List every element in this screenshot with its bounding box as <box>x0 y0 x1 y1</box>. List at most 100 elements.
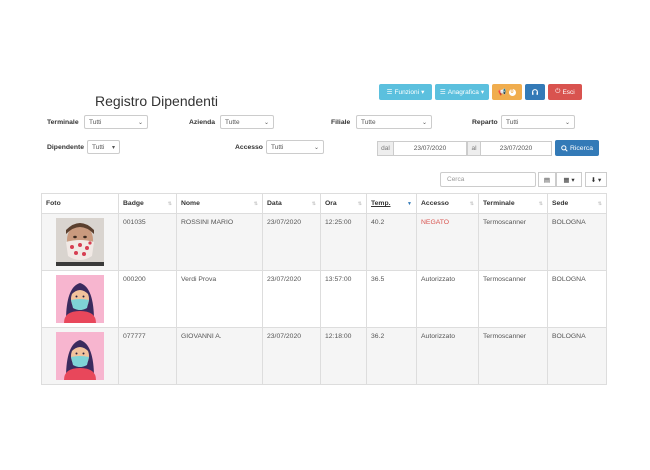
header-label: Foto <box>46 200 61 207</box>
notifications-count: 0 <box>508 88 516 96</box>
list-icon: ☰ <box>386 89 393 96</box>
ora-cell: 12:25:00 <box>321 214 367 270</box>
headset-button[interactable] <box>525 84 545 100</box>
list-view-icon: ▤ <box>543 176 551 184</box>
reparto-value: Tutti <box>506 118 519 126</box>
col-nome[interactable]: Nome ⇅ <box>177 194 263 213</box>
ricerca-label: Ricerca <box>569 144 594 152</box>
user-export-icon: ⬇ ▾ <box>590 176 602 184</box>
reparto-label: Reparto <box>472 119 498 126</box>
woman-mask-icon <box>56 275 104 323</box>
header-label: Data <box>267 200 282 207</box>
col-data[interactable]: Data ⇅ <box>263 194 321 213</box>
anagrafica-label: Anagrafica <box>447 88 479 96</box>
sede-cell: BOLOGNA <box>548 328 607 384</box>
sort-icon: ⇅ <box>597 200 602 207</box>
dal-addon: dal <box>377 141 394 156</box>
ora-cell: 13:57:00 <box>321 271 367 327</box>
sort-icon: ⇅ <box>253 200 258 207</box>
col-accesso[interactable]: Accesso ⇅ <box>417 194 479 213</box>
badge-cell: 077777 <box>119 328 177 384</box>
anagrafica-button[interactable]: ☰ Anagrafica ▾ <box>435 84 489 100</box>
list-icon: ☰ <box>439 89 446 96</box>
dipendente-select[interactable]: Tutti ▾ <box>87 140 120 154</box>
photo-cell <box>41 271 119 327</box>
col-badge[interactable]: Badge ⇅ <box>119 194 177 213</box>
employees-table: Foto Badge ⇅ Nome ⇅ Data ⇅ Ora ⇅ Temp. ▼ Acce… <box>41 193 607 385</box>
export-button[interactable]: ⬇ ▾ <box>585 172 607 187</box>
col-terminale[interactable]: Terminale ⇅ <box>479 194 548 213</box>
chevron-down-icon: ⌄ <box>421 119 427 126</box>
table-header: Foto Badge ⇅ Nome ⇅ Data ⇅ Ora ⇅ Temp. ▼ Acce… <box>41 194 607 214</box>
caret-down-icon: ▾ <box>421 89 425 96</box>
col-ora[interactable]: Ora ⇅ <box>321 194 367 213</box>
table-continuation <box>41 383 607 385</box>
terminale-value: Tutti <box>89 118 102 126</box>
dal-date-input[interactable]: 23/07/2020 <box>393 141 467 156</box>
terminale-select[interactable]: Tutti ⌄ <box>84 115 148 129</box>
header-label: Sede <box>552 200 569 207</box>
header-label: Temp. <box>371 200 391 207</box>
reparto-select[interactable]: Tutti ⌄ <box>501 115 575 129</box>
terminale-cell: Termoscanner <box>479 328 548 384</box>
chevron-down-icon: ⌄ <box>137 119 143 126</box>
accesso-cell: NEGATO <box>417 214 479 270</box>
funzioni-button[interactable]: ☰ Funzioni ▾ <box>379 84 432 100</box>
col-foto: Foto <box>41 194 119 213</box>
sort-icon: ⇅ <box>311 200 316 207</box>
filiale-value: Tutte <box>361 118 376 126</box>
table-row[interactable]: 000200 Verdi Prova 23/07/2020 13:57:00 3… <box>41 271 607 328</box>
accesso-label: Accesso <box>235 144 263 151</box>
search-icon <box>561 144 568 152</box>
terminale-cell: Termoscanner <box>479 271 548 327</box>
header-label: Nome <box>181 200 200 207</box>
notifications-button[interactable]: 📢 0 <box>492 84 522 100</box>
temp-cell: 36.2 <box>367 328 417 384</box>
headset-icon <box>532 89 538 95</box>
nome-cell: ROSSINI MARIO <box>177 214 263 270</box>
sort-icon: ⇅ <box>167 200 172 207</box>
accesso-select[interactable]: Tutti ⌄ <box>266 140 324 154</box>
data-cell: 23/07/2020 <box>263 328 321 384</box>
chevron-down-icon: ⌄ <box>263 119 269 126</box>
photo-cell <box>41 214 119 270</box>
table-row[interactable]: 001035 ROSSINI MARIO 23/07/2020 12:25:00… <box>41 214 607 271</box>
esci-button[interactable]: ⏻ Esci <box>548 84 582 100</box>
columns-button[interactable]: ▦ ▾ <box>556 172 582 187</box>
header-label: Terminale <box>483 200 515 207</box>
chevron-down-icon: ⌄ <box>564 119 570 126</box>
filiale-label: Filiale <box>331 119 351 126</box>
caret-down-icon: ▾ <box>480 89 485 96</box>
grid-icon: ▦ ▾ <box>563 176 575 184</box>
sede-cell: BOLOGNA <box>548 214 607 270</box>
photo-cell <box>41 328 119 384</box>
col-temp[interactable]: Temp. ▼ <box>367 194 417 213</box>
temp-cell: 36.5 <box>367 271 417 327</box>
temp-cell: 40.2 <box>367 214 417 270</box>
chevron-down-icon: ⌄ <box>313 144 319 151</box>
toggle-view-button[interactable]: ▤ <box>538 172 556 187</box>
azienda-select[interactable]: Tutte ⌄ <box>220 115 274 129</box>
terminale-cell: Termoscanner <box>479 214 548 270</box>
al-addon: al <box>467 141 481 156</box>
caret-down-icon: ▾ <box>111 144 115 151</box>
filiale-select[interactable]: Tutte ⌄ <box>356 115 432 129</box>
table-search-input[interactable]: Cerca <box>440 172 536 187</box>
ora-cell: 12:18:00 <box>321 328 367 384</box>
funzioni-label: Funzioni <box>394 88 420 96</box>
accesso-cell: Autorizzato <box>417 328 479 384</box>
header-label: Accesso <box>421 200 449 207</box>
ricerca-button[interactable]: Ricerca <box>555 140 599 156</box>
esci-label: Esci <box>562 88 575 96</box>
mask-photo <box>56 218 104 266</box>
col-sede[interactable]: Sede ⇅ <box>548 194 607 213</box>
accesso-value: Tutti <box>271 143 284 151</box>
table-row[interactable]: 077777 GIOVANNI A. 23/07/2020 12:18:00 3… <box>41 328 607 385</box>
data-cell: 23/07/2020 <box>263 271 321 327</box>
azienda-value: Tutte <box>225 118 240 126</box>
page-title: Registro Dipendenti <box>95 93 218 109</box>
accesso-cell: Autorizzato <box>417 271 479 327</box>
sort-icon: ⇅ <box>469 200 474 207</box>
header-label: Ora <box>325 200 337 207</box>
al-date-input[interactable]: 23/07/2020 <box>480 141 552 156</box>
